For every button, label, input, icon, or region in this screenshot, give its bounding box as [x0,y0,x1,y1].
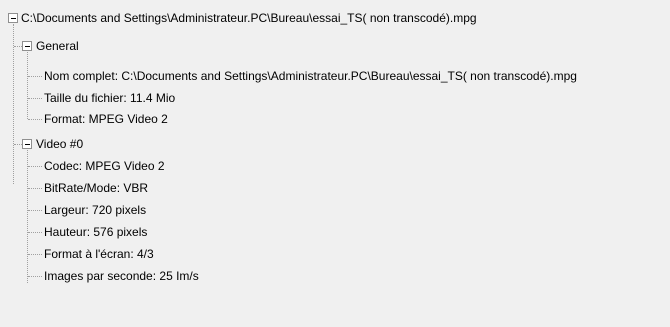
tree-node-general[interactable]: General [36,38,79,54]
general-item-connector [28,98,42,99]
collapse-general-icon[interactable] [22,41,32,51]
tree-item-bitrate[interactable]: BitRate/Mode: VBR [44,180,148,196]
tree-node-video[interactable]: Video #0 [36,136,83,152]
video-item-connector [28,276,42,277]
tree-item-codec[interactable]: Codec: MPEG Video 2 [44,158,165,174]
general-connector [14,46,22,47]
tree-item-format-ecran[interactable]: Format à l'écran: 4/3 [44,246,154,262]
tree-item-hauteur[interactable]: Hauteur: 576 pixels [44,224,147,240]
video-children-line [27,150,28,283]
tree-item-nom-complet[interactable]: Nom complet: C:\Documents and Settings\A… [44,68,577,84]
video-item-connector [28,254,42,255]
general-children-line [27,52,28,119]
collapse-root-icon[interactable] [8,13,18,23]
video-item-connector [28,188,42,189]
tree-item-largeur[interactable]: Largeur: 720 pixels [44,202,146,218]
video-item-connector [28,166,42,167]
tree-root-label[interactable]: C:\Documents and Settings\Administrateur… [21,10,477,26]
collapse-video-icon[interactable] [22,139,32,149]
root-connector-line [13,24,14,184]
video-connector [14,144,22,145]
tree-item-format[interactable]: Format: MPEG Video 2 [44,111,168,127]
video-item-connector [28,210,42,211]
general-item-connector [28,119,42,120]
tree-item-images-seconde[interactable]: Images par seconde: 25 Im/s [44,268,199,284]
video-item-connector [28,232,42,233]
general-item-connector [28,76,42,77]
tree-item-taille[interactable]: Taille du fichier: 11.4 Mio [44,90,175,106]
media-info-tree[interactable]: C:\Documents and Settings\Administrateur… [0,0,670,327]
